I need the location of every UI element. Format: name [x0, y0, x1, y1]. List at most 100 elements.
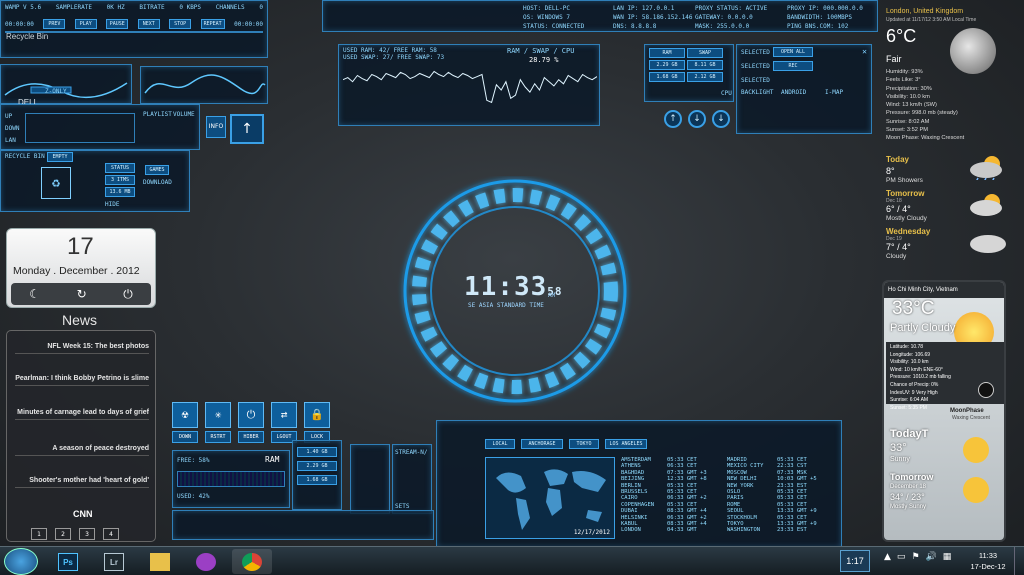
tray-expand-icon[interactable]: ▲ [884, 552, 891, 562]
lock-icon: 🔒 [304, 402, 330, 428]
taskbar-chrome[interactable] [232, 549, 272, 574]
calendar-widget: 17 Monday . December . 2012 ☾ ↻ ⏻ [6, 228, 156, 308]
taskbar-clock-thumbnail[interactable]: 1:17 [840, 550, 870, 572]
hide-label[interactable]: HIDE [105, 201, 119, 208]
news-item[interactable]: Minutes of carnage lead to days of grief [15, 409, 149, 420]
pause-button[interactable]: PAUSE [106, 19, 129, 29]
subnet-mask: MASK: 255.0.0.0 [695, 23, 750, 30]
recycle-bin-desktop-label[interactable]: Recycle Bin [6, 32, 48, 41]
radiation-icon: ☢ [172, 402, 198, 428]
empty-button[interactable]: EMPTY [47, 152, 73, 162]
hcm-tomorrow-date: December 18 [890, 484, 927, 490]
arrow-down-icon[interactable]: ↓ [688, 110, 706, 128]
forecast-temp: 6° / 4° [886, 204, 911, 214]
games-button[interactable]: GAMES [145, 165, 169, 175]
news-title: News [62, 312, 98, 328]
taskbar-explorer[interactable] [140, 549, 180, 574]
hcm-detail-row: Latitude: 10.78 [890, 344, 924, 350]
playlist-label[interactable]: PLAYLIST [143, 111, 172, 118]
weather-detail-row: Sunset: 3:52 PM [886, 127, 929, 134]
tab-tokyo[interactable]: TOKYO [569, 439, 599, 449]
prev-button[interactable]: PREV [43, 19, 66, 29]
mini-stats-panel [350, 444, 390, 514]
tab-los-angeles[interactable]: LOS ANGELES [605, 439, 647, 449]
tab-local[interactable]: LOCAL [485, 439, 515, 449]
bin-size: 13.6 MB [105, 187, 135, 197]
hcm-moon-label: MoonPhase [950, 408, 984, 414]
calendar-day: 17 [67, 233, 94, 260]
news-source[interactable]: CNN [73, 509, 93, 519]
show-desktop-button[interactable] [1014, 547, 1024, 575]
download-label[interactable]: DOWNLOAD [143, 179, 172, 186]
forecast-day: Tomorrow [886, 189, 925, 198]
hibernate-control[interactable]: ⏻ HIBER [238, 402, 264, 446]
hcm-tomorrow-temp: 34° / 23° [890, 492, 925, 502]
world-clock-cell: 04:33 GMT [667, 527, 697, 534]
hcm-today-desc: Sunny [890, 456, 910, 463]
world-map[interactable]: 12/17/2012 [485, 457, 615, 539]
taskbar-photoshop[interactable]: Ps [48, 549, 88, 574]
power-icon: ⏻ [238, 402, 264, 428]
hcm-detail-row: Longitude: 106.69 [890, 351, 931, 358]
hcm-tomorrow-label: Tomorrow [890, 472, 934, 482]
stream-panel: STREAM-N/ SETS [392, 444, 432, 514]
stop-button[interactable]: STOP [169, 19, 192, 29]
windows-start-icon[interactable] [4, 548, 38, 575]
volume-icon[interactable]: 🔊 [926, 552, 937, 562]
imap-label[interactable]: I-MAP [825, 89, 843, 96]
weather-condition: Fair [886, 54, 902, 64]
arrow-up-icon[interactable]: ↑ [664, 110, 682, 128]
restart-control[interactable]: ✳ RSTRT [205, 402, 231, 446]
weather-city: London, United Kingdom [886, 8, 964, 15]
ram-tab[interactable]: RAM [649, 48, 685, 58]
next-button[interactable]: NEXT [137, 19, 160, 29]
lightroom-icon: Lr [104, 552, 124, 571]
rec-button[interactable]: REC [773, 61, 813, 71]
mem-value-1: 1.40 GB [297, 447, 337, 457]
network-icon[interactable]: ▭ [897, 552, 906, 562]
restart-icon[interactable]: ↻ [77, 287, 87, 301]
shutdown-control[interactable]: ☢ DOWN [172, 402, 198, 446]
page-button[interactable]: 2 [55, 528, 71, 540]
hcm-detail-row: Visibility: 10.0 km [890, 359, 929, 366]
open-all-button[interactable]: OPEN ALL [773, 47, 813, 57]
swap-value-1: 8.11 GB [687, 60, 723, 70]
backlight-label[interactable]: BACKLIGHT [741, 89, 774, 96]
forecast-desc: Cloudy [886, 253, 907, 260]
repeat-button[interactable]: REPEAT [200, 19, 225, 29]
bottom-hud-strip [172, 510, 434, 540]
power-icon[interactable]: ⏻ [123, 287, 133, 302]
close-icon[interactable]: ✕ [862, 47, 867, 56]
traffic-graph [25, 113, 135, 143]
arrow-up-icon[interactable]: ↑ [230, 114, 264, 144]
play-button[interactable]: PLAY [74, 19, 97, 29]
sleep-icon[interactable]: ☾ [29, 287, 40, 301]
taskbar-lightroom[interactable]: Lr [94, 549, 134, 574]
info-button[interactable]: INFO [206, 116, 226, 138]
weather-detail-row: Pressure: 998.0 mb (steady) [886, 110, 958, 117]
news-item[interactable]: NFL Week 15: The best photos [15, 343, 149, 354]
volume-label[interactable]: VOLUME [173, 111, 195, 118]
swap-tab[interactable]: SWAP [687, 48, 723, 58]
news-item[interactable]: A season of peace destroyed [15, 445, 149, 456]
tab-anchorage[interactable]: ANCHORAGE [521, 439, 563, 449]
news-item[interactable]: Pearlman: I think Bobby Petrino is slime [15, 375, 149, 386]
android-label[interactable]: ANDROID [781, 89, 806, 96]
world-date: 12/17/2012 [573, 529, 610, 536]
media-player-bar: WAMP V 5.6 SAMPLERATE 0K HZ BITRATE 0 KB… [0, 0, 268, 58]
weather-widget: London, United Kingdom Updated at 11/17/… [880, 0, 1024, 268]
taskbar-clock[interactable]: 11:33 17-Dec-12 [968, 550, 1008, 572]
page-button[interactable]: 3 [79, 528, 95, 540]
os-name: OS: WINDOWS 7 [523, 14, 570, 21]
page-button[interactable]: 4 [103, 528, 119, 540]
taskbar-messenger[interactable] [186, 549, 226, 574]
ram-meter [177, 471, 285, 487]
recycle-bin-icon[interactable]: ♻ [41, 167, 71, 199]
flag-icon[interactable]: ⚑ [911, 552, 919, 562]
gateway: GATEWAY: 0.0.0.0 [695, 14, 753, 21]
arrow-down-icon[interactable]: ↓ [712, 110, 730, 128]
restart-label: RSTRT [205, 431, 231, 443]
news-item[interactable]: Shooter's mother had 'heart of gold' [15, 477, 149, 488]
signal-icon[interactable]: ▦ [943, 552, 952, 562]
page-button[interactable]: 1 [31, 528, 47, 540]
